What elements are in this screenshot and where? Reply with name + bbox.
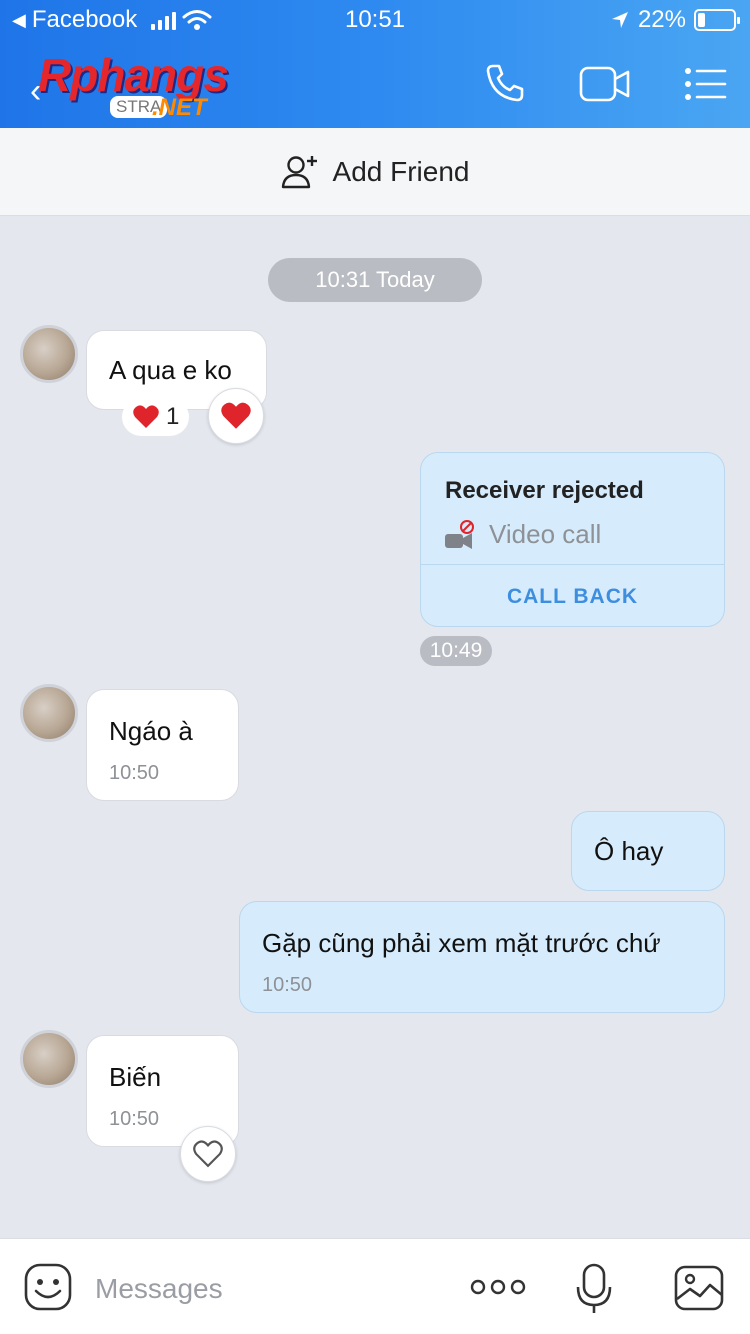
add-friend-label: Add Friend <box>332 155 470 187</box>
call-type-label: Video call <box>489 519 602 549</box>
contact-avatar[interactable] <box>20 1030 78 1088</box>
contact-avatar[interactable] <box>20 684 78 742</box>
more-options-icon[interactable] <box>470 1275 526 1299</box>
gallery-image-icon[interactable] <box>674 1265 724 1311</box>
day-separator: 10:31 Today <box>268 258 482 302</box>
call-status-title: Receiver rejected <box>445 477 644 504</box>
status-bar: ◀ Facebook 10:51 22% <box>0 0 750 40</box>
outgoing-message[interactable]: Ô hay <box>571 811 725 891</box>
battery-fill <box>698 13 705 27</box>
message-text: Gặp cũng phải xem mặt trước chứ <box>262 928 661 958</box>
message-text: Ô hay <box>594 835 664 866</box>
call-time: 10:49 <box>420 636 492 666</box>
card-divider <box>421 564 724 565</box>
contact-avatar[interactable] <box>20 325 78 383</box>
message-input[interactable]: Messages <box>95 1273 223 1305</box>
chat-header: ◀ Facebook 10:51 22% ‹ Rphangs STRA .NET <box>0 0 750 128</box>
message-text: Biến <box>109 1062 162 1092</box>
incoming-message[interactable]: Ngáo à 10:50 <box>86 689 239 801</box>
reaction-summary[interactable]: 1 <box>122 398 190 436</box>
phone-icon[interactable] <box>484 62 526 104</box>
message-input-bar: Messages <box>0 1238 750 1334</box>
add-friend-button[interactable]: Add Friend <box>0 128 750 216</box>
message-time: 10:50 <box>109 1108 160 1130</box>
video-camera-icon[interactable] <box>578 64 632 104</box>
video-call-rejected-icon <box>445 519 474 549</box>
menu-list-icon[interactable] <box>684 66 728 102</box>
battery-percent: 22% <box>637 6 686 33</box>
call-back-button[interactable]: CALL BACK <box>421 585 724 609</box>
watermark-logo: Rphangs STRA .NET <box>38 48 268 126</box>
call-type: Video call <box>445 519 601 550</box>
location-arrow-icon <box>611 12 628 28</box>
message-time: 10:50 <box>109 762 160 784</box>
add-user-icon <box>281 155 317 188</box>
message-text: A qua e ko <box>109 354 232 385</box>
message-time: 10:50 <box>262 974 313 996</box>
sticker-icon[interactable] <box>24 1263 72 1311</box>
heart-icon <box>133 405 159 428</box>
react-button[interactable] <box>180 1126 236 1182</box>
reaction-count: 1 <box>166 403 180 430</box>
outgoing-message[interactable]: Gặp cũng phải xem mặt trước chứ 10:50 <box>239 901 725 1013</box>
status-right: 22% <box>610 6 740 34</box>
message-text: Ngáo à <box>109 716 193 746</box>
missed-call-card: Receiver rejected Video call CALL BACK <box>420 452 725 627</box>
heart-outline-icon <box>193 1140 223 1168</box>
microphone-icon[interactable] <box>576 1263 612 1315</box>
heart-icon <box>221 402 251 429</box>
logo-sub-right: .NET <box>152 94 207 121</box>
battery-icon <box>694 9 740 31</box>
react-button[interactable] <box>208 388 264 444</box>
